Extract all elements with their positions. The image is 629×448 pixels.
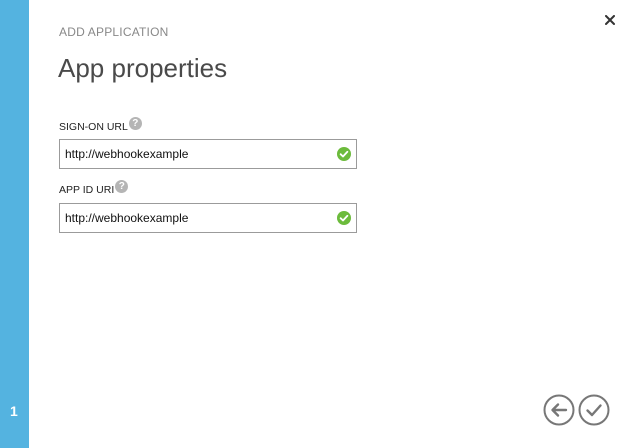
wizard-step-strip: 1 — [0, 0, 29, 448]
sign-on-url-label-text: SIGN-ON URL — [59, 121, 128, 133]
sign-on-url-field — [59, 139, 357, 169]
app-id-uri-input[interactable] — [60, 204, 330, 232]
app-id-uri-label-text: APP ID URI — [59, 184, 115, 196]
checkmark-icon — [578, 394, 610, 426]
sign-on-url-input[interactable] — [60, 140, 330, 168]
close-button[interactable] — [601, 11, 619, 29]
checkmark-circle-icon — [337, 147, 351, 161]
page-title: App properties — [58, 53, 228, 83]
complete-button[interactable] — [578, 394, 610, 426]
step-number: 1 — [10, 403, 18, 419]
app-id-uri-label: APP ID URI ? — [59, 180, 129, 197]
sign-on-url-label: SIGN-ON URL ? — [59, 117, 142, 134]
close-icon — [605, 15, 615, 25]
app-id-uri-field — [59, 203, 357, 233]
checkmark-circle-icon — [337, 211, 351, 225]
back-button[interactable] — [543, 394, 575, 426]
help-icon[interactable]: ? — [115, 180, 129, 193]
arrow-left-icon — [543, 394, 575, 426]
help-icon[interactable]: ? — [128, 117, 142, 130]
add-application-dialog: 1 ADD APPLICATION App properties SIGN-ON… — [0, 0, 629, 448]
breadcrumb: ADD APPLICATION — [59, 25, 169, 39]
